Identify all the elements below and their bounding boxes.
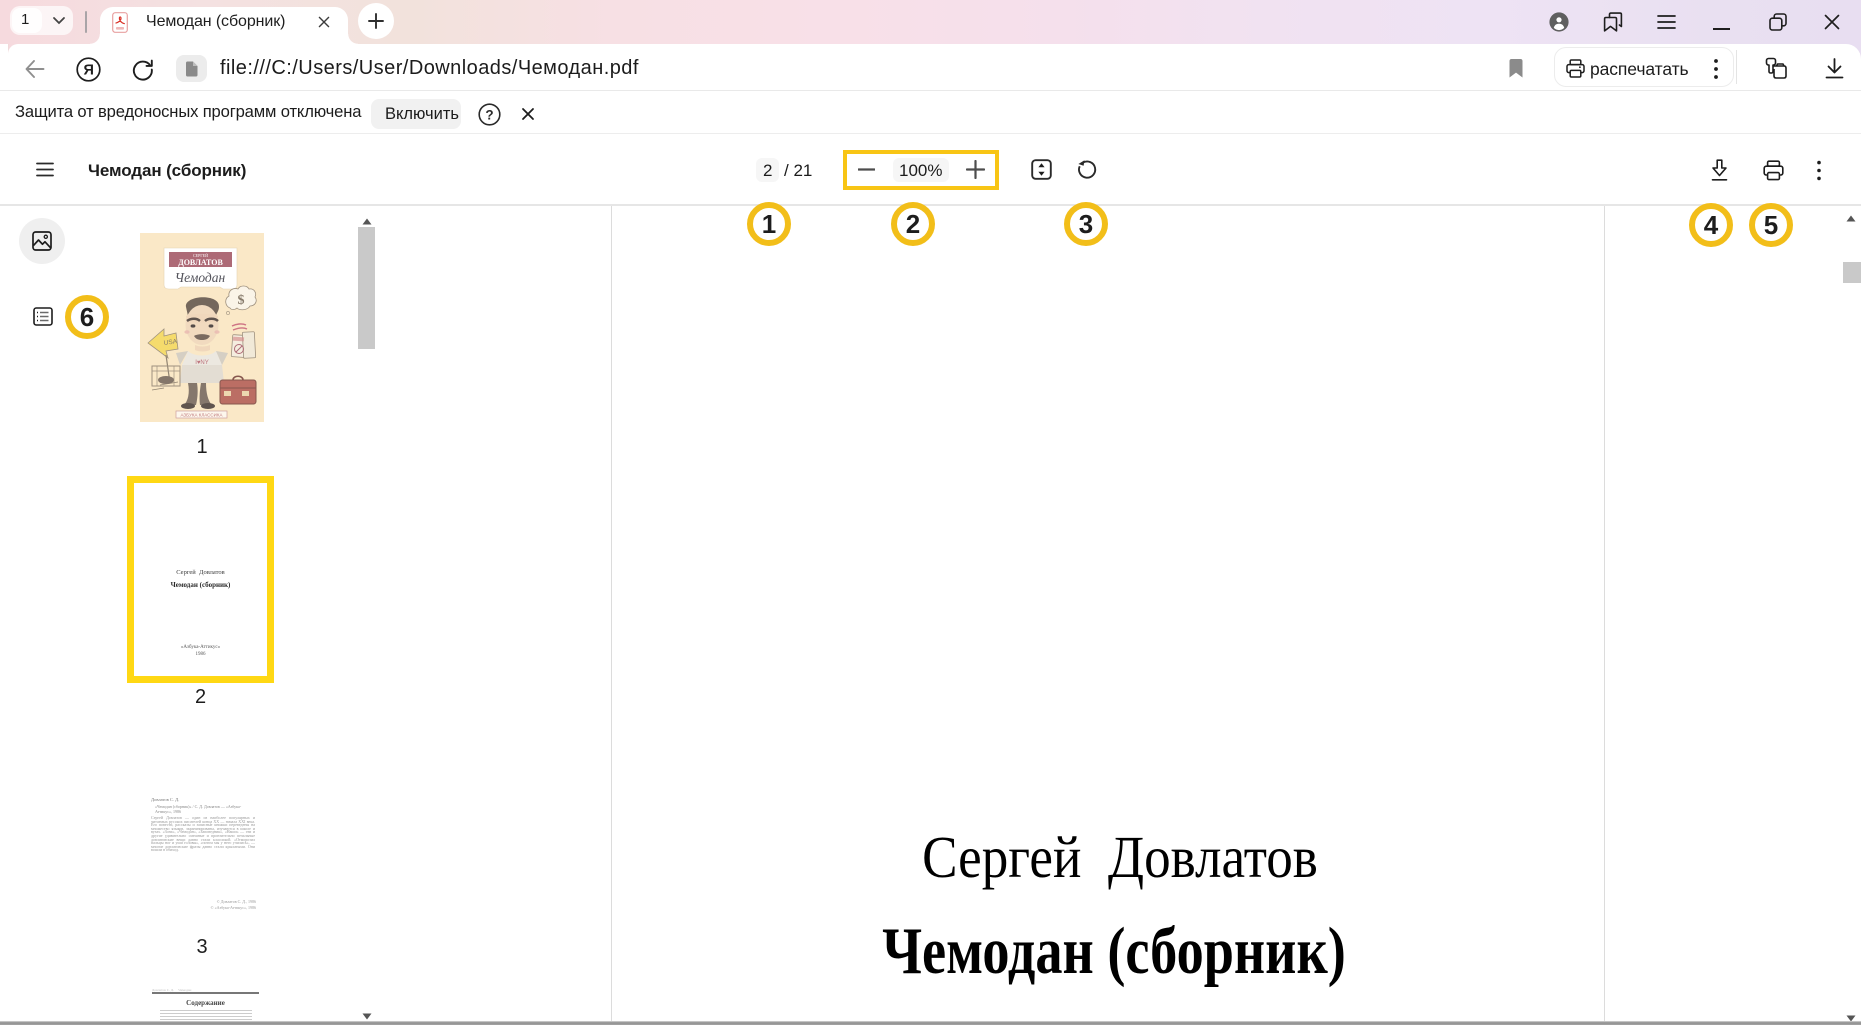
svg-text:АЗБУКА КЛАССИКА: АЗБУКА КЛАССИКА <box>180 413 222 418</box>
svg-text:?: ? <box>485 107 493 122</box>
svg-text:I♥NY: I♥NY <box>195 360 209 366</box>
svg-text:Чемодан: Чемодан <box>175 270 226 285</box>
svg-text:ДОВЛАТОВ: ДОВЛАТОВ <box>178 258 223 267</box>
svg-text:$: $ <box>238 293 245 308</box>
svg-text:Я: Я <box>83 63 93 79</box>
